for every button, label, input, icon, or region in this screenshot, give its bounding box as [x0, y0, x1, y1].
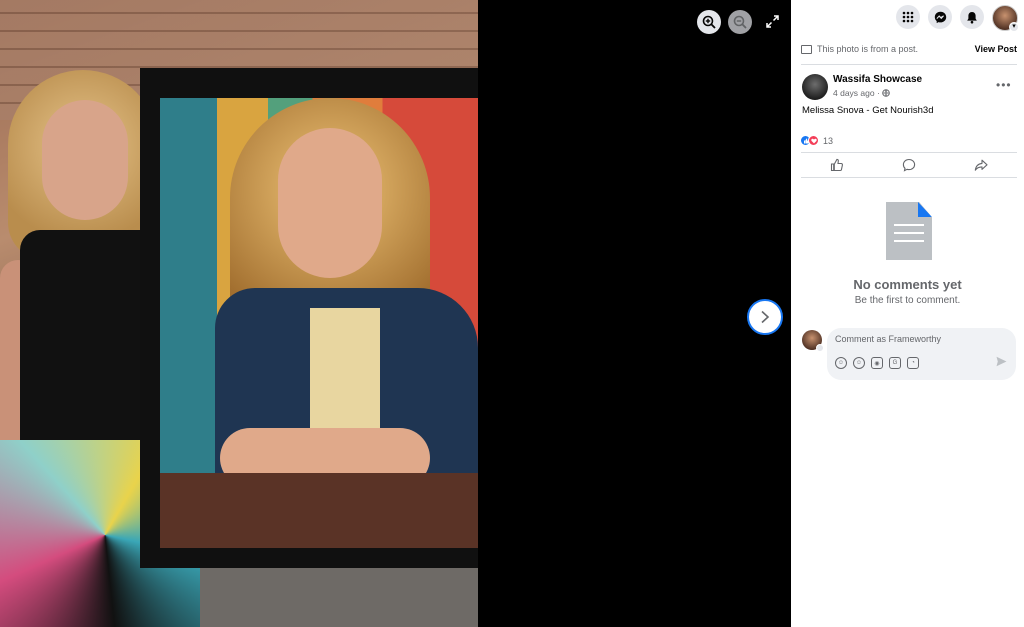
thumbs-up-icon — [830, 158, 843, 172]
zoom-out-button[interactable] — [728, 10, 752, 34]
chevron-down-icon — [816, 344, 824, 352]
camera-icon[interactable]: ◉ — [871, 357, 883, 369]
comment-composer[interactable]: ☺ ☺ ◉ G ◔ — [827, 328, 1016, 380]
share-arrow-icon — [974, 159, 988, 171]
post-source-text: This photo is from a post. — [817, 44, 919, 54]
comment-button[interactable] — [873, 153, 945, 177]
document-fold-icon — [918, 202, 932, 217]
magnifier-minus-icon — [733, 15, 747, 29]
post-photo[interactable] — [0, 0, 478, 627]
photo-viewer — [0, 0, 791, 627]
messenger-button[interactable] — [928, 5, 952, 29]
post-photo-icon — [801, 44, 812, 54]
painting-table — [160, 473, 478, 548]
emoji-icon[interactable]: ☺ — [853, 357, 865, 369]
notifications-button[interactable] — [960, 5, 984, 29]
post-side-panel: ▾ This photo is from a post. View Post W… — [791, 0, 1024, 627]
expand-icon — [765, 14, 779, 28]
top-nav-icons: ▾ — [896, 5, 1019, 32]
send-button[interactable] — [996, 356, 1007, 370]
apps-grid-icon — [902, 11, 914, 23]
post-timestamp[interactable]: 4 days ago · — [833, 88, 890, 98]
magnifier-plus-icon — [702, 15, 716, 29]
menu-button[interactable] — [896, 5, 920, 29]
post-actions-bar — [801, 152, 1017, 178]
expand-button[interactable] — [763, 11, 781, 31]
document-line — [894, 240, 924, 242]
reaction-count: 13 — [823, 135, 834, 146]
comment-input[interactable] — [835, 334, 1005, 344]
more-options-button[interactable]: ••• — [996, 78, 1012, 92]
sticker-icon[interactable]: ◔ — [907, 357, 919, 369]
comment-bubble-icon — [902, 158, 916, 172]
post-source-row: This photo is from a post. View Post — [801, 44, 1017, 54]
no-comments-title: No comments yet — [853, 277, 962, 292]
messenger-icon — [934, 11, 946, 23]
portrait-painting — [160, 98, 478, 548]
chevron-right-icon — [761, 310, 770, 324]
zoom-in-button[interactable] — [697, 10, 721, 34]
author-avatar[interactable] — [802, 74, 828, 100]
like-button[interactable] — [801, 153, 873, 177]
love-reaction-icon — [808, 135, 819, 146]
floor — [200, 566, 478, 627]
account-avatar[interactable]: ▾ — [992, 5, 1019, 32]
notifications-bell-icon — [967, 11, 977, 23]
document-line — [894, 232, 924, 234]
divider — [801, 64, 1017, 65]
commenter-avatar[interactable] — [802, 330, 824, 352]
author-name[interactable]: Wassifa Showcase — [833, 74, 922, 85]
document-line — [894, 224, 924, 226]
no-comments-subtitle: Be the first to comment. — [854, 295, 961, 306]
chevron-down-icon: ▾ — [1009, 22, 1019, 32]
post-caption: Melissa Snova - Get Nourish3d — [802, 105, 934, 116]
avatar-sticker-icon[interactable]: ☺ — [835, 357, 847, 369]
woman-face — [42, 100, 128, 220]
post-time-text: 4 days ago · — [833, 88, 880, 98]
no-comments-document-icon — [886, 202, 932, 260]
painting-face — [278, 128, 382, 278]
view-post-link[interactable]: View Post — [975, 44, 1017, 54]
next-photo-button[interactable] — [747, 299, 783, 335]
globe-icon — [882, 89, 890, 97]
gif-icon[interactable]: G — [889, 357, 901, 369]
share-button[interactable] — [945, 153, 1017, 177]
reactions-summary[interactable]: 13 — [800, 135, 833, 146]
photo-viewer-page: ▾ This photo is from a post. View Post W… — [0, 0, 1024, 627]
send-icon — [996, 356, 1007, 367]
composer-tools: ☺ ☺ ◉ G ◔ — [835, 357, 919, 369]
